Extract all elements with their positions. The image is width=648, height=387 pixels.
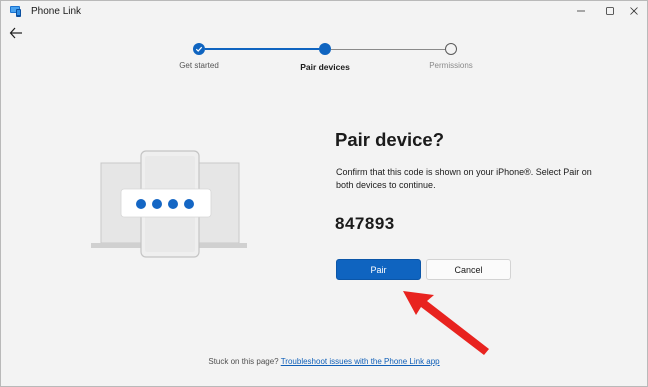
step-pair-devices-indicator xyxy=(319,43,331,55)
pairing-code: 847893 xyxy=(335,214,395,233)
footer: Stuck on this page? Troubleshoot issues … xyxy=(1,357,647,366)
step-connector-completed xyxy=(205,48,319,50)
step-permissions-indicator xyxy=(445,43,457,55)
step-label-get-started: Get started xyxy=(179,61,219,70)
step-label-permissions: Permissions xyxy=(429,61,473,70)
checkmark-icon xyxy=(195,46,203,52)
cancel-button[interactable]: Cancel xyxy=(426,259,511,280)
footer-text: Stuck on this page? xyxy=(208,357,279,366)
page-title: Pair device? xyxy=(335,129,445,150)
phone-link-window: Phone Link Get started Pair devices Perm… xyxy=(0,0,648,387)
pair-button[interactable]: Pair xyxy=(336,259,421,280)
step-label-pair-devices: Pair devices xyxy=(300,62,350,72)
step-get-started-indicator xyxy=(193,43,205,55)
instruction-text: Confirm that this code is shown on your … xyxy=(336,167,592,190)
step-connector-upcoming xyxy=(331,48,445,50)
troubleshoot-link[interactable]: Troubleshoot issues with the Phone Link … xyxy=(281,357,440,366)
devices-with-code-illustration xyxy=(91,150,247,258)
annotation-arrow-icon xyxy=(403,291,489,355)
progress-stepper: Get started Pair devices Permissions xyxy=(1,1,647,81)
